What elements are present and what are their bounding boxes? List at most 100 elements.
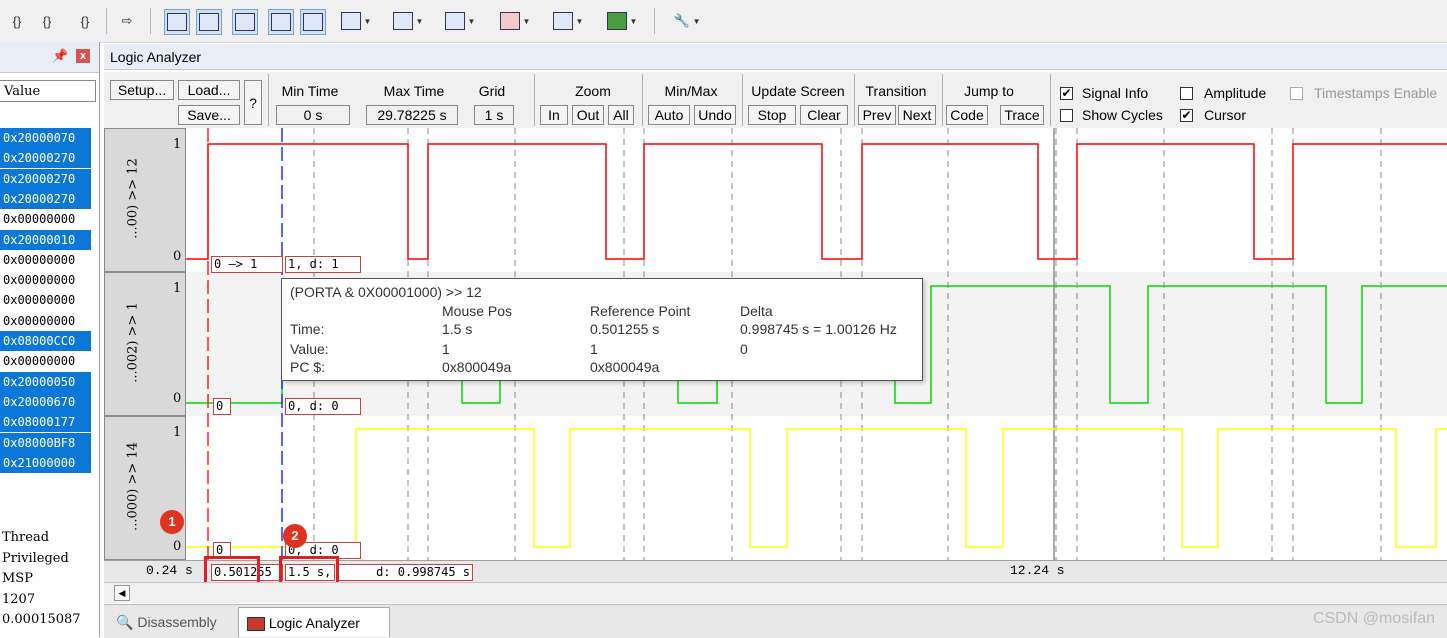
- signal-name-label: ...002) >> 1: [125, 302, 141, 383]
- next-button[interactable]: Next: [898, 105, 936, 125]
- command-window-icon[interactable]: [164, 9, 190, 35]
- memory-window-icon[interactable]: ▼: [388, 9, 428, 33]
- run-to-cursor-icon[interactable]: ⇨: [114, 9, 140, 33]
- zoom-out-button[interactable]: Out: [572, 105, 604, 125]
- control-separator: [268, 74, 269, 126]
- show-cycles-checkbox[interactable]: [1060, 109, 1073, 122]
- amplitude-checkbox[interactable]: [1180, 87, 1193, 100]
- tooltip-col-ref: Reference Point: [590, 303, 691, 319]
- tooltip-value-ref: 1: [590, 341, 598, 357]
- help-button[interactable]: ?: [244, 80, 262, 125]
- clear-button[interactable]: Clear: [800, 105, 848, 125]
- register-row: Thread: [2, 530, 50, 545]
- waveform-band-3: [186, 416, 1447, 560]
- toolbox-icon[interactable]: 🔧 ▼: [664, 9, 710, 33]
- zoom-in-button[interactable]: In: [540, 105, 568, 125]
- signal-2-ref-marker: 0: [213, 398, 231, 415]
- max-time-value: 29.78225 s: [366, 105, 458, 125]
- signal-name-porta-1[interactable]: ...002) >> 1 1 0: [104, 272, 186, 416]
- value-row[interactable]: 0x08000CC0: [0, 331, 91, 351]
- value-row[interactable]: 0x20000070: [0, 128, 91, 148]
- trace-window-icon[interactable]: ▼: [548, 9, 588, 33]
- value-row[interactable]: 0x08000177: [0, 412, 91, 433]
- value-row[interactable]: 0x00000000: [0, 351, 91, 371]
- value-row[interactable]: 0x00000000: [0, 270, 91, 290]
- signal-name-porta-14[interactable]: ...000) >> 14 1 0: [104, 416, 186, 560]
- close-icon[interactable]: x: [76, 49, 90, 63]
- auto-button[interactable]: Auto: [648, 105, 690, 125]
- watch-window-icon[interactable]: ▼: [336, 9, 376, 33]
- signal-name-porta-12[interactable]: ...00) >> 12 1 0: [104, 128, 186, 272]
- undo-button[interactable]: Undo: [694, 105, 736, 125]
- zoom-all-button[interactable]: All: [608, 105, 634, 125]
- value-row[interactable]: 0x00000000: [0, 250, 91, 270]
- jump-trace-button[interactable]: Trace: [1000, 105, 1044, 125]
- step-out-icon[interactable]: {}: [72, 9, 98, 33]
- symbols-window-icon[interactable]: [232, 9, 258, 35]
- step-into-icon[interactable]: {}: [4, 9, 30, 33]
- pin-icon[interactable]: 📌: [52, 48, 68, 64]
- value-row[interactable]: 0x20000270: [0, 188, 91, 209]
- load-button[interactable]: Load...: [178, 80, 240, 100]
- stop-button[interactable]: Stop: [748, 105, 796, 125]
- watermark: CSDN @mosifan: [1312, 610, 1435, 627]
- signal-info-checkbox[interactable]: ✔: [1060, 87, 1073, 100]
- control-separator: [742, 74, 743, 126]
- value-row[interactable]: 0x20000270: [0, 168, 91, 189]
- max-time-label: Max Time: [383, 83, 445, 99]
- value-row[interactable]: 0x20000670: [0, 391, 91, 412]
- value-row[interactable]: 0x20000010: [0, 229, 91, 250]
- serial-window-icon[interactable]: ▼: [440, 9, 480, 33]
- delta-time-marker: d: 0.998745 s: [337, 564, 473, 581]
- value-row[interactable]: 0x00000000: [0, 290, 91, 310]
- prev-button[interactable]: Prev: [858, 105, 896, 125]
- scroll-left-icon[interactable]: ◀: [114, 585, 130, 601]
- setup-button[interactable]: Setup...: [110, 80, 174, 100]
- tab-logic-analyzer-label: Logic Analyzer: [268, 615, 360, 631]
- signal-high-label: 1: [173, 281, 182, 296]
- call-stack-icon[interactable]: [300, 9, 326, 35]
- value-column-header[interactable]: Value: [0, 80, 96, 102]
- signal-high-label: 1: [173, 425, 182, 440]
- tooltip-time-ref: 0.501255 s: [590, 321, 660, 337]
- tab-disassembly-label: Disassembly: [137, 614, 217, 630]
- tab-disassembly[interactable]: 🔍 Disassembly: [108, 607, 234, 637]
- value-row[interactable]: 0x21000000: [0, 452, 91, 473]
- step-over-icon[interactable]: {}: [34, 9, 60, 33]
- logic-analyzer-title: Logic Analyzer: [104, 44, 1447, 70]
- control-separator: [534, 74, 535, 126]
- value-row[interactable]: 0x00000000: [0, 311, 91, 331]
- horizontal-scrollbar[interactable]: ◀: [104, 582, 1447, 603]
- waveform-band-1: [186, 128, 1447, 272]
- value-row[interactable]: 0x20000050: [0, 371, 91, 392]
- system-viewer-icon[interactable]: ▼: [602, 9, 642, 33]
- cursor-checkbox[interactable]: ✔: [1180, 109, 1193, 122]
- value-row[interactable]: 0x08000BF8: [0, 432, 91, 453]
- control-separator: [642, 74, 643, 126]
- signal-info-tooltip: (PORTA & 0X00001000) >> 12 Mouse Pos Ref…: [281, 278, 923, 381]
- window-tabs: 🔍 Disassembly Logic Analyzer CSDN @mosif…: [104, 604, 1447, 638]
- timestamps-checkbox: [1290, 87, 1303, 100]
- signal-info-label: Signal Info: [1082, 85, 1149, 101]
- tooltip-pc-label: PC $:: [290, 359, 326, 375]
- control-separator: [1050, 74, 1051, 126]
- logic-analyzer-tab-icon: [247, 617, 265, 632]
- tab-logic-analyzer[interactable]: Logic Analyzer: [238, 607, 390, 637]
- update-screen-label: Update Screen: [751, 83, 845, 99]
- registers-window-icon[interactable]: [268, 9, 294, 35]
- register-row: 0.00015087: [2, 612, 81, 627]
- callout-2: 2: [283, 524, 307, 548]
- jump-to-label: Jump to: [964, 83, 1014, 99]
- analysis-window-icon[interactable]: ▼: [492, 9, 538, 33]
- value-row[interactable]: 0x20000270: [0, 148, 91, 169]
- value-row[interactable]: 0x00000000: [0, 209, 91, 229]
- jump-code-button[interactable]: Code: [946, 105, 988, 125]
- control-separator: [854, 74, 855, 126]
- grid-label: Grid: [478, 83, 506, 99]
- toolbar-separator: [654, 8, 655, 34]
- tooltip-value-mouse: 1: [442, 341, 450, 357]
- save-button[interactable]: Save...: [178, 105, 240, 125]
- zoom-label: Zoom: [575, 83, 611, 99]
- signal-name-label: ...000) >> 14: [125, 442, 141, 531]
- disassembly-window-icon[interactable]: [196, 9, 222, 35]
